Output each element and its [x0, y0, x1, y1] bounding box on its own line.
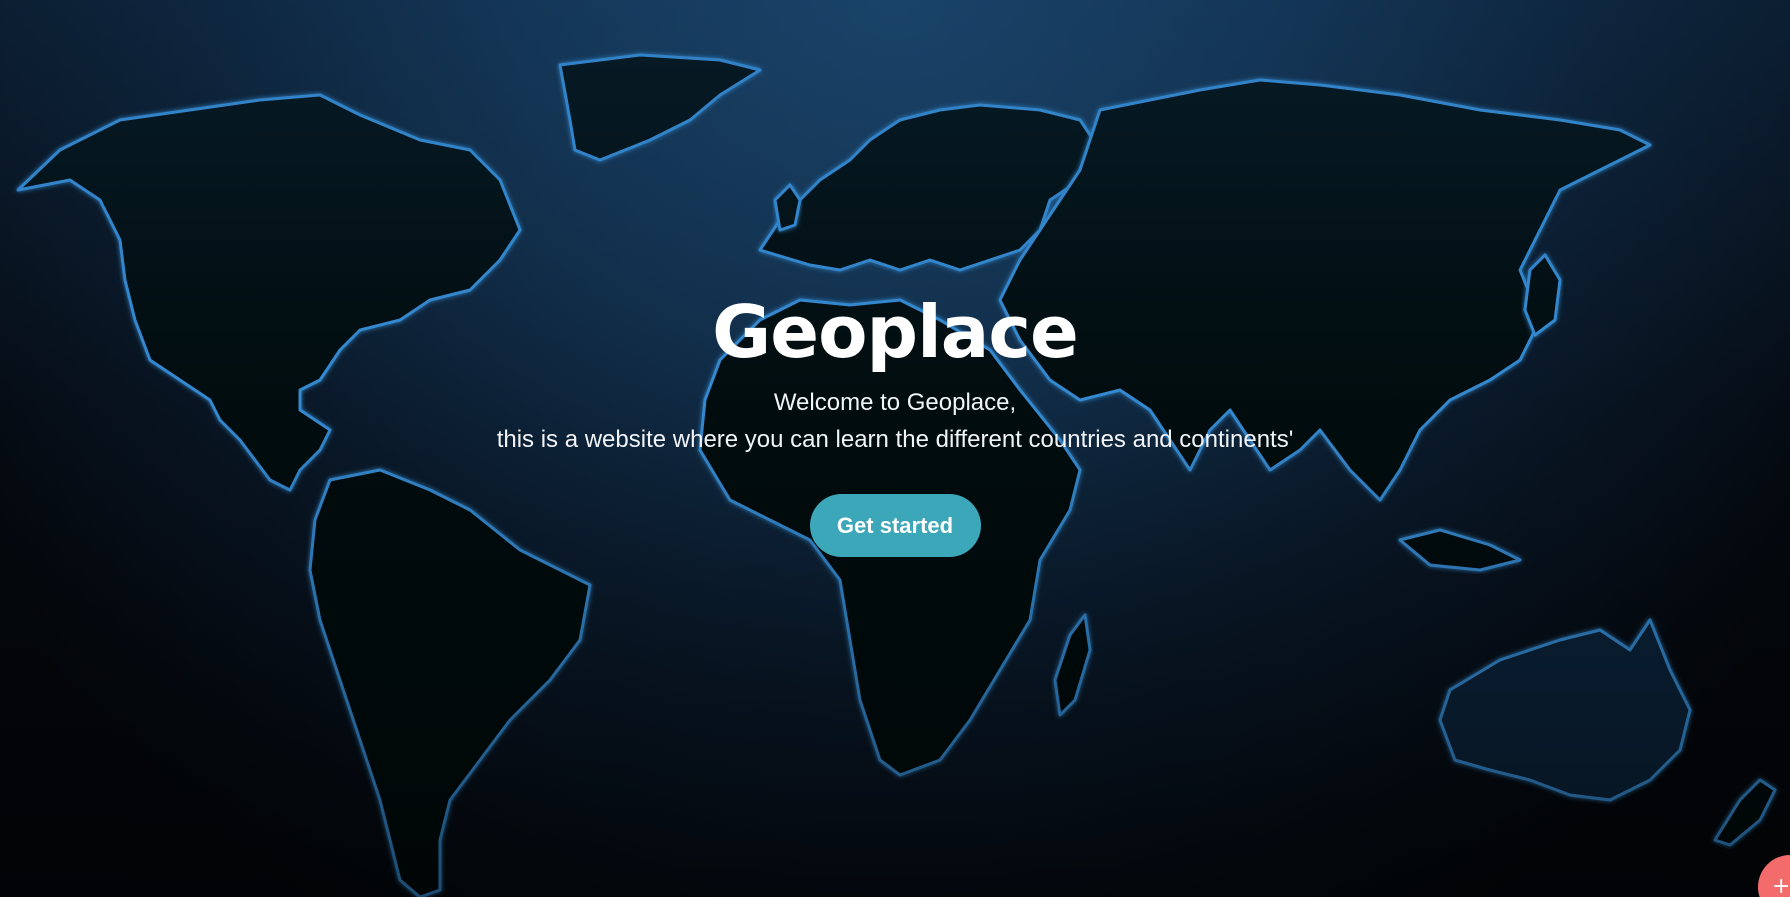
get-started-button[interactable]: Get started — [809, 494, 981, 557]
continent-greenland — [558, 53, 762, 162]
subtitle-line-1: Welcome to Geoplace, — [773, 389, 1017, 416]
island-madagascar — [1053, 613, 1092, 717]
island-new-zealand — [1713, 778, 1777, 847]
hero-section: Geoplace Welcome to Geoplace, this is a … — [0, 0, 1790, 897]
subtitle-line-2: this is a website where you can learn th… — [496, 426, 1294, 453]
page-title: Geoplace — [712, 290, 1079, 374]
continent-australia — [1438, 618, 1692, 802]
hero-content: Geoplace Welcome to Geoplace, this is a … — [0, 290, 1790, 557]
island-british-isles — [773, 183, 802, 232]
hero-subtitle: Welcome to Geoplace, this is a website w… — [0, 384, 1790, 458]
